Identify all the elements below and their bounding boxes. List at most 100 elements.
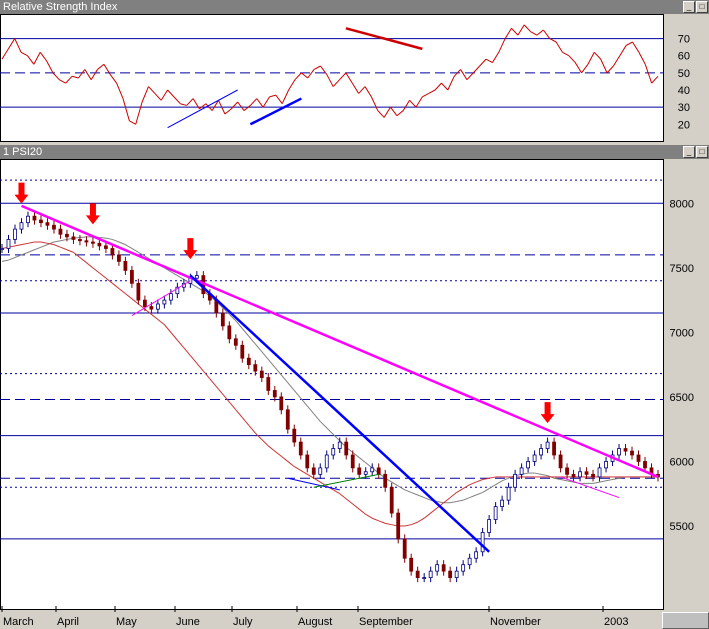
rsi-line-segment — [129, 120, 136, 125]
rsi-line-segment — [370, 96, 379, 111]
long-ma-segment — [112, 282, 120, 289]
rsi-line-segment — [409, 99, 417, 108]
price-bar-body — [565, 467, 569, 475]
rsi-line-segment — [122, 98, 130, 121]
rsi-line-segment — [141, 86, 149, 103]
price-bar-body — [266, 377, 271, 391]
long-ma-segment — [189, 355, 198, 364]
short-ma-segment — [534, 472, 542, 475]
long-ma-segment — [176, 339, 185, 349]
short-ma-segment — [605, 479, 613, 482]
price-bar-body — [227, 325, 232, 340]
price-bar-body — [52, 224, 56, 230]
price-bar-body — [604, 461, 608, 469]
long-ma-segment — [404, 524, 412, 527]
short-ma-segment — [254, 343, 263, 353]
long-ma-segment — [14, 244, 22, 247]
price-bar-body — [253, 364, 258, 372]
long-ma-segment — [79, 257, 87, 264]
price-bar-body — [519, 467, 524, 475]
rsi-line-segment — [135, 101, 143, 125]
short-ma-segment — [560, 479, 568, 482]
price-bar-body — [357, 467, 362, 475]
price-bar-body — [84, 240, 89, 243]
long-ma-segment — [40, 241, 48, 244]
price-bar-body — [370, 467, 375, 473]
rsi-line-segment — [511, 27, 519, 36]
short-ma-segment — [592, 481, 600, 484]
price-bar-body — [422, 577, 427, 580]
long-ma-segment — [215, 386, 224, 395]
price-bar-body — [324, 454, 329, 469]
rsi-line-segment — [568, 55, 576, 63]
rsi-line-segment — [237, 101, 245, 111]
long-ma-segment — [144, 308, 152, 315]
rsi-line-segment — [555, 41, 563, 53]
long-ma-segment — [261, 439, 269, 447]
rsi-line-segment — [65, 75, 73, 84]
rsi-line-segment — [84, 69, 92, 80]
rsi-line-segment — [186, 98, 194, 106]
price-bar-body — [344, 441, 349, 456]
rsi-line-segment — [230, 101, 239, 110]
x-axis-label: 2003 — [604, 616, 628, 628]
price-bar-body — [526, 461, 530, 469]
rsi-line-segment — [52, 72, 60, 81]
short-ma-segment — [462, 497, 470, 501]
rsi-line-segment — [1, 48, 9, 60]
price-bar-body — [130, 270, 134, 284]
price-bar-body — [117, 254, 121, 262]
long-ma-segment — [430, 507, 438, 514]
price-bar-body — [331, 448, 336, 456]
short-ma-segment — [450, 500, 457, 504]
price-bar-body — [396, 512, 401, 540]
long-ma-segment — [99, 272, 107, 279]
short-ma-segment — [131, 248, 139, 253]
rsi-line-segment — [632, 41, 640, 53]
price-bar-body — [168, 293, 173, 301]
long-ma-segment — [254, 432, 263, 440]
rsi-line-segment — [180, 103, 187, 106]
long-ma-segment — [60, 246, 68, 251]
price-tick-label: 6500 — [670, 392, 694, 404]
rsi-line-segment — [383, 106, 391, 118]
price-bar-body — [643, 461, 647, 469]
rsi-line-segment — [587, 52, 595, 65]
rsi-line-segment — [27, 55, 35, 65]
long-ma-segment — [241, 417, 250, 426]
x-axis-label: March — [3, 616, 34, 628]
price-bar-body — [545, 441, 550, 449]
rsi-line-segment — [256, 98, 264, 108]
rsi-line-segment — [491, 52, 500, 63]
short-ma-segment — [482, 488, 490, 493]
down-arrow-icon — [540, 402, 555, 424]
rsi-line-segment — [485, 58, 493, 64]
rsi-line-segment — [351, 82, 360, 94]
rsi-line-segment — [530, 31, 538, 36]
rsi-line-segment — [447, 76, 455, 91]
long-ma-segment — [307, 473, 315, 479]
price-bar-body — [13, 228, 17, 240]
price-bar-body — [104, 245, 108, 249]
long-ma-segment — [456, 488, 464, 493]
rsi-line-segment — [625, 41, 633, 46]
rsi-line-segment — [434, 82, 442, 91]
rsi-line-segment — [536, 29, 544, 36]
short-ma-segment — [306, 405, 315, 415]
long-ma-segment — [163, 324, 172, 333]
long-ma-segment — [358, 508, 367, 515]
short-ma-segment — [417, 494, 425, 499]
short-ma-segment — [267, 359, 276, 368]
price-bar-body — [539, 448, 543, 456]
price-bar-body — [26, 215, 30, 224]
short-ma-segment — [540, 473, 548, 477]
short-ma-segment — [8, 257, 16, 261]
rsi-line-segment — [600, 58, 608, 74]
price-bar-body — [142, 299, 147, 307]
rsi-line-segment — [173, 96, 181, 105]
price-tick-label: 7000 — [670, 327, 694, 339]
rsi-line-segment — [281, 89, 290, 104]
long-ma-segment — [222, 394, 230, 403]
long-ma-segment — [462, 484, 470, 489]
short-ma-segment — [456, 499, 464, 502]
